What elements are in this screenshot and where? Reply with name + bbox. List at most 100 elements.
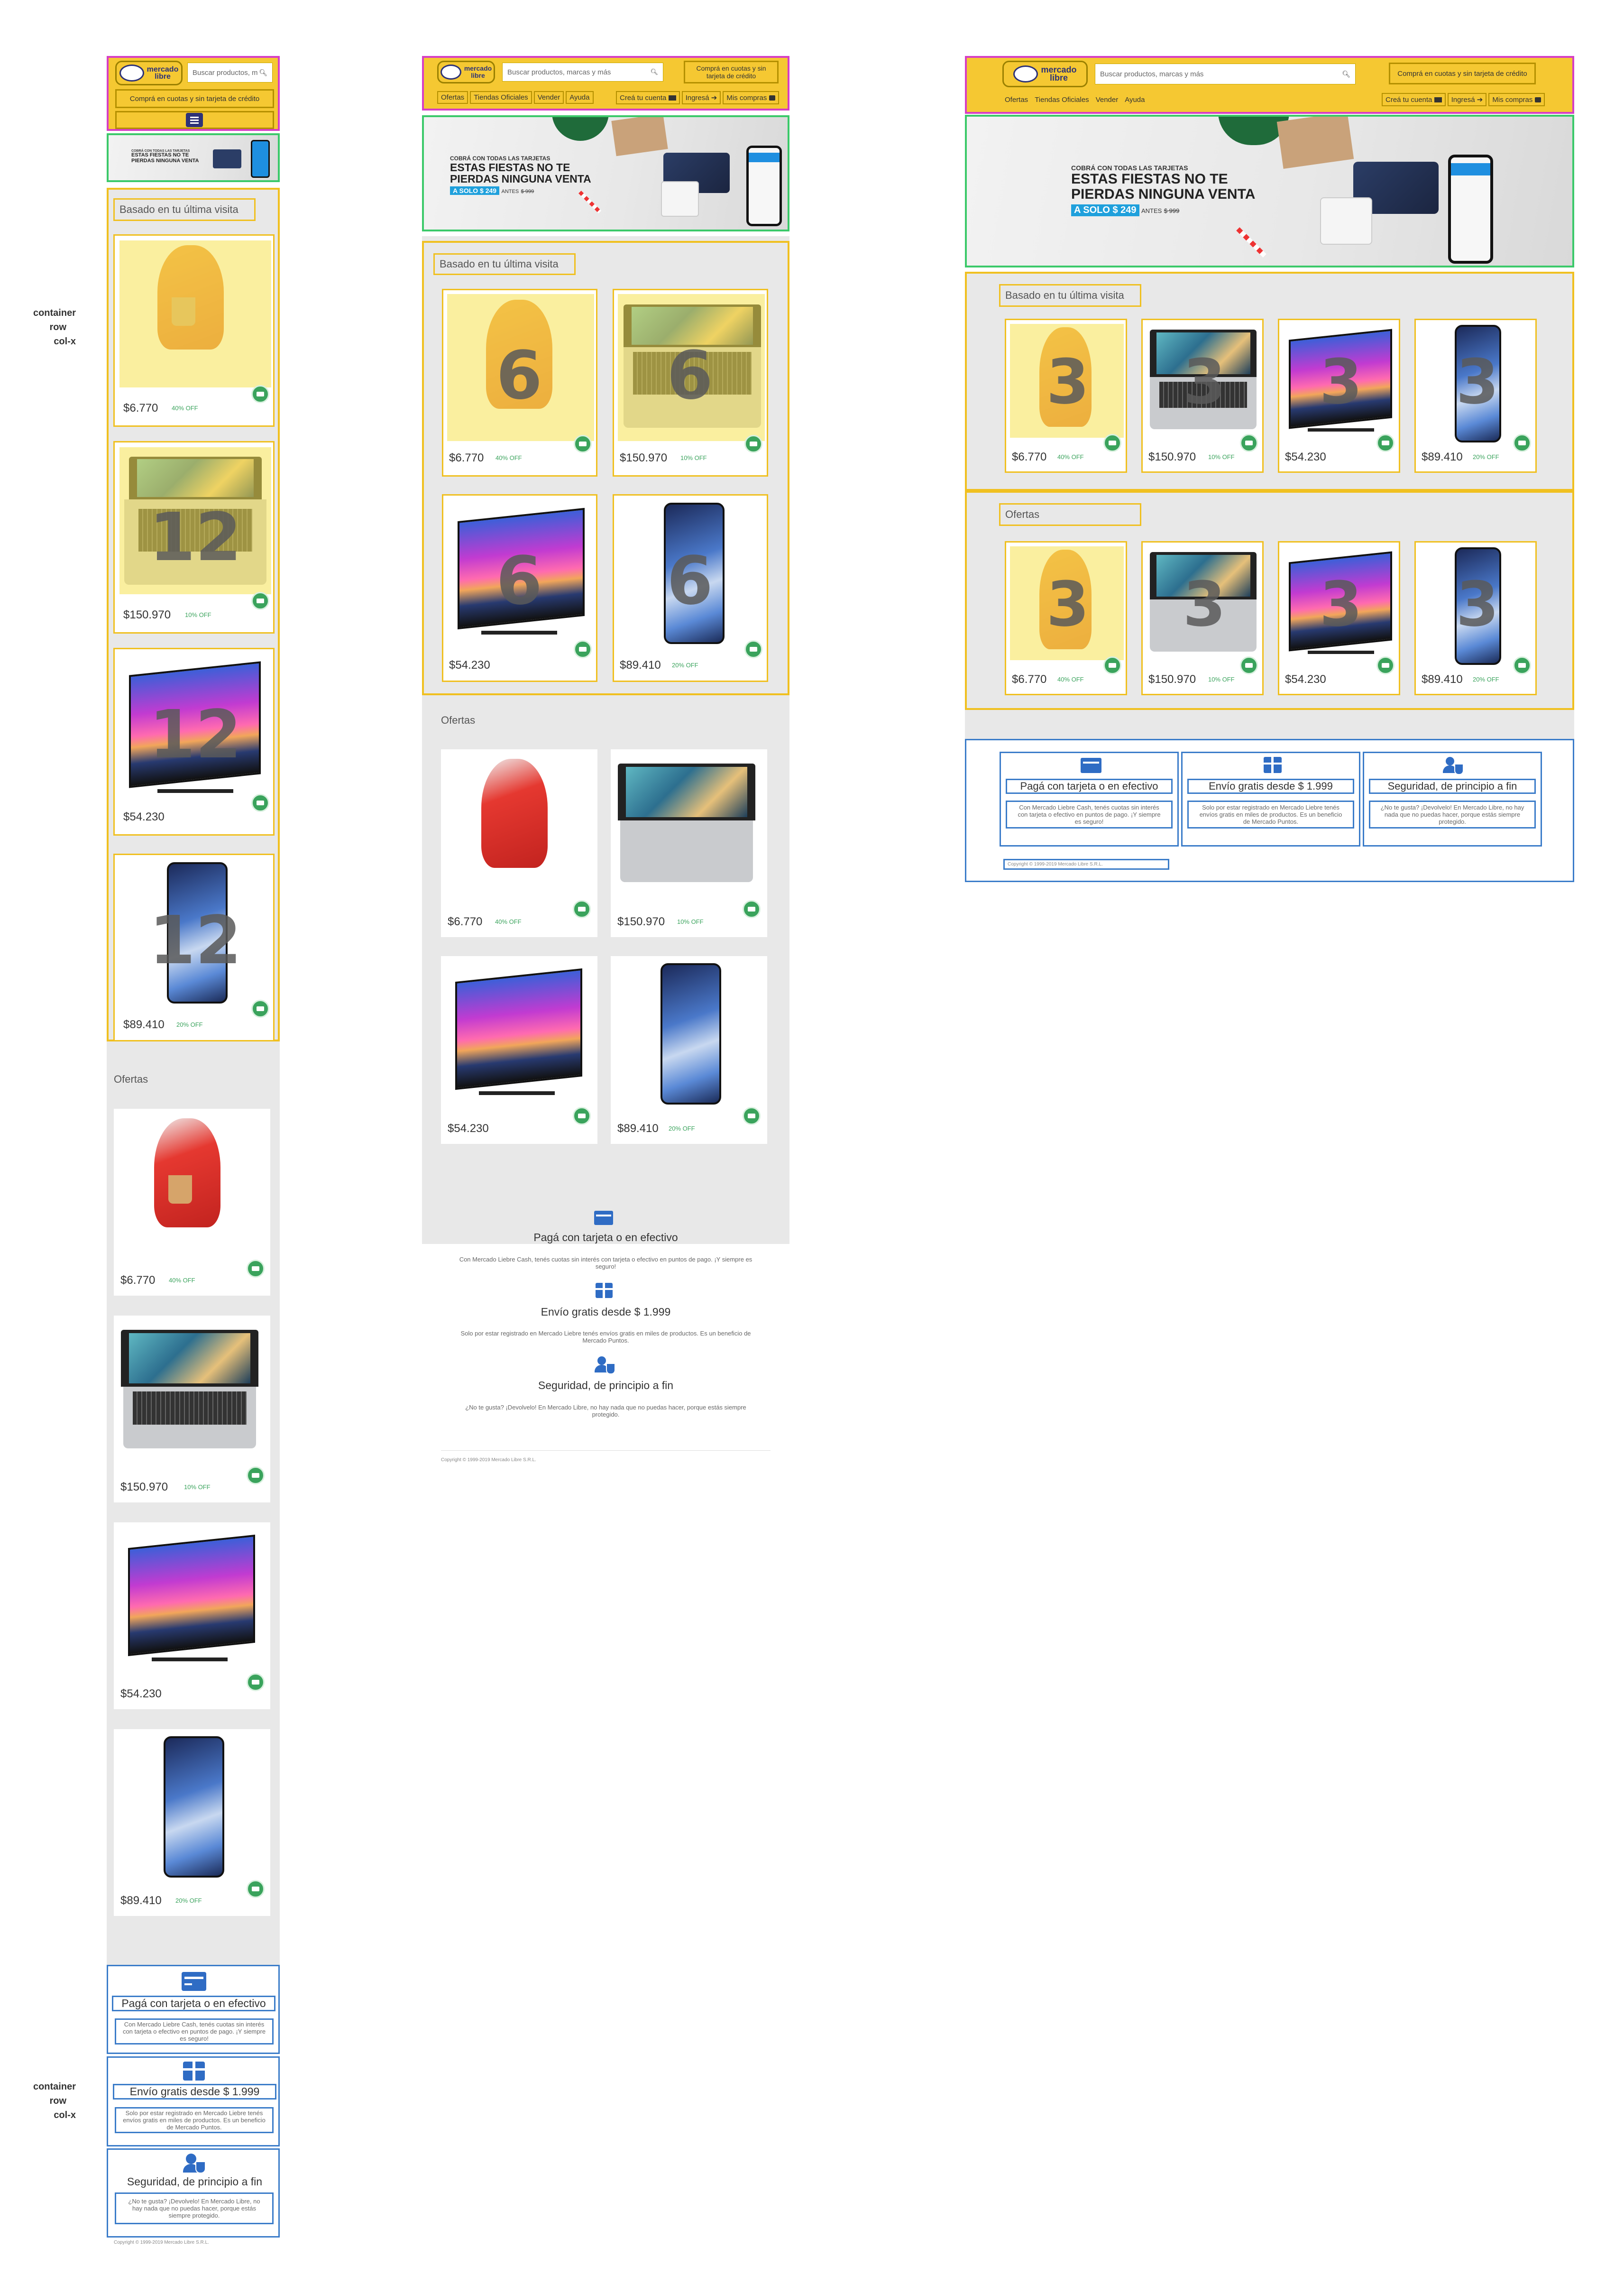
grid-number: 3 (1319, 346, 1363, 418)
search-input[interactable]: Buscar productos, marcas y más 🔍︎ (502, 63, 663, 82)
label-container: container (33, 2081, 76, 2092)
search-input[interactable]: Buscar productos, m 🔍︎ (187, 63, 273, 83)
product-card[interactable]: 12 $89.410 20% OFF (113, 854, 275, 1041)
logo[interactable]: mercado libre (1002, 61, 1088, 87)
phone-image (1448, 155, 1493, 264)
nav-crea-cuenta[interactable]: Creá tu cuenta (616, 91, 680, 104)
shipping-icon (247, 1260, 265, 1278)
price: $54.230 (449, 659, 490, 672)
feature-text: ¿No te gusta? ¡Devolvelo! En Mercado Lib… (465, 1404, 746, 1418)
product-card[interactable]: 3 $54.230 (1278, 319, 1400, 473)
discount: 20% OFF (176, 1021, 203, 1028)
search-icon[interactable]: 🔍︎ (1342, 70, 1350, 78)
grid-number: 3 (1456, 346, 1499, 418)
logo-text-1: mercado (464, 64, 492, 72)
offer-card[interactable]: $54.230 (114, 1522, 270, 1709)
shipping-icon (1376, 656, 1395, 674)
hamburger-icon[interactable] (186, 113, 203, 127)
desktop-last-visit-section: Basado en tu última visita 3 $6.770 40% … (965, 272, 1574, 491)
credit-banner[interactable]: Comprá en cuotas y sin tarjeta de crédit… (115, 89, 274, 108)
mobile-banner[interactable]: COBRÁ CON TODAS LAS TARJETAS ESTAS FIEST… (107, 133, 280, 182)
shipping-icon (1240, 656, 1258, 674)
user-shield-icon (595, 1356, 615, 1374)
credit-text: Comprá en cuotas y sin tarjeta de crédit… (129, 94, 260, 103)
logo[interactable]: mercado libre (115, 61, 183, 85)
footer-divider (441, 1450, 771, 1451)
price: $6.770 (1012, 451, 1047, 463)
desktop-header: mercado libre Buscar productos, marcas y … (965, 56, 1574, 114)
offer-card[interactable]: $89.410 20% OFF (611, 956, 767, 1144)
gift-icon (183, 2062, 205, 2081)
card-reader-image (1320, 197, 1372, 245)
tablet-last-visit-section: Basado en tu última visita 6 $6.770 40% … (422, 241, 789, 695)
nav-ofertas[interactable]: Ofertas (437, 91, 468, 104)
product-card[interactable]: 6 $54.230 (442, 494, 597, 682)
shipping-icon (247, 1466, 265, 1484)
offer-card[interactable]: 3 $89.410 20% OFF (1414, 541, 1537, 695)
discount: 20% OFF (175, 1897, 202, 1904)
banner-antes: ANTES (1141, 207, 1162, 214)
bag-icon (1534, 97, 1541, 102)
nav-tiendas[interactable]: Tiendas Oficiales (1035, 96, 1089, 104)
price: $89.410 (123, 1018, 165, 1031)
product-card[interactable]: 6 $89.410 20% OFF (613, 494, 768, 682)
product-card[interactable]: 6 $6.770 40% OFF (442, 289, 597, 477)
nav-crea-cuenta[interactable]: Creá tu cuenta (1382, 93, 1446, 106)
feature-text: Solo por estar registrado en Mercado Lie… (460, 1330, 751, 1344)
credit-text-2: tarjeta de crédito (706, 72, 756, 80)
price: $89.410 (620, 659, 661, 672)
nav-ingresa[interactable]: Ingresá ➔ (681, 91, 721, 104)
price: $150.970 (617, 915, 665, 928)
offer-card[interactable]: 3 $54.230 (1278, 541, 1400, 695)
offer-card[interactable]: $6.770 40% OFF (441, 749, 597, 937)
logo[interactable]: mercado libre (437, 61, 495, 83)
offer-card[interactable]: $6.770 40% OFF (114, 1109, 270, 1296)
offer-card[interactable]: $54.230 (441, 956, 597, 1144)
tablet-banner[interactable]: COBRÁ CON TODAS LAS TARJETAS ESTAS FIEST… (422, 115, 789, 231)
product-card[interactable]: $6.770 40% OFF (113, 234, 275, 427)
search-input[interactable]: Buscar productos, marcas y más 🔍︎ (1095, 64, 1356, 84)
tablet-header: mercado libre Buscar productos, marcas y … (422, 56, 789, 111)
shipping-icon (1103, 656, 1121, 674)
crea-cuenta-label: Creá tu cuenta (620, 93, 667, 102)
nav-ayuda[interactable]: Ayuda (566, 91, 594, 104)
banner-text: COBRÁ CON TODAS LAS TARJETAS ESTAS FIEST… (450, 155, 591, 195)
nav-ofertas[interactable]: Ofertas (1005, 96, 1028, 104)
nav-mis-compras[interactable]: Mis compras (1488, 93, 1545, 106)
nav-vender[interactable]: Vender (533, 91, 564, 104)
offer-card[interactable]: $89.410 20% OFF (114, 1729, 270, 1916)
logo-text-1: mercado (147, 65, 179, 74)
handshake-icon (440, 64, 461, 80)
offer-card[interactable]: $150.970 10% OFF (611, 749, 767, 937)
product-card[interactable]: 3 $150.970 10% OFF (1141, 319, 1264, 473)
nav-tiendas[interactable]: Tiendas Oficiales (470, 91, 532, 104)
grid-number: 3 (1183, 346, 1226, 418)
product-card[interactable]: 12 $54.230 (113, 648, 275, 836)
search-icon[interactable]: 🔍︎ (259, 69, 267, 77)
product-card[interactable]: 12 $150.970 10% OFF (113, 441, 275, 634)
shipping-icon (574, 640, 592, 658)
credit-banner[interactable]: Comprá en cuotas y sin tarjeta de crédit… (684, 61, 779, 83)
shipping-icon (251, 1000, 269, 1018)
discount: 10% OFF (677, 918, 704, 925)
product-card[interactable]: 3 $89.410 20% OFF (1414, 319, 1537, 473)
nav-vender[interactable]: Vender (1096, 96, 1119, 104)
offer-card[interactable]: $150.970 10% OFF (114, 1316, 270, 1502)
feature-text: ¿No te gusta? ¡Devolvelo! En Mercado Lib… (1369, 801, 1536, 829)
nav-ingresa[interactable]: Ingresá ➔ (1447, 93, 1487, 106)
shipping-icon (744, 640, 762, 658)
shipping-icon (1240, 434, 1258, 452)
product-image (481, 759, 548, 868)
desktop-banner[interactable]: COBRÁ CON TODAS LAS TARJETAS ESTAS FIEST… (965, 115, 1574, 267)
offer-card[interactable]: 3 $150.970 10% OFF (1141, 541, 1264, 695)
product-image (128, 1534, 255, 1657)
shipping-icon (573, 900, 591, 918)
product-card[interactable]: 3 $6.770 40% OFF (1005, 319, 1127, 473)
nav-ayuda[interactable]: Ayuda (1125, 96, 1145, 104)
feature-text: Con Mercado Liebre Cash, tenés cuotas si… (459, 1256, 752, 1270)
credit-banner[interactable]: Comprá en cuotas y sin tarjeta de crédit… (1389, 63, 1536, 84)
product-card[interactable]: 6 $150.970 10% OFF (613, 289, 768, 477)
offer-card[interactable]: 3 $6.770 40% OFF (1005, 541, 1127, 695)
nav-mis-compras[interactable]: Mis compras (723, 91, 779, 104)
search-icon[interactable]: 🔍︎ (650, 68, 658, 76)
